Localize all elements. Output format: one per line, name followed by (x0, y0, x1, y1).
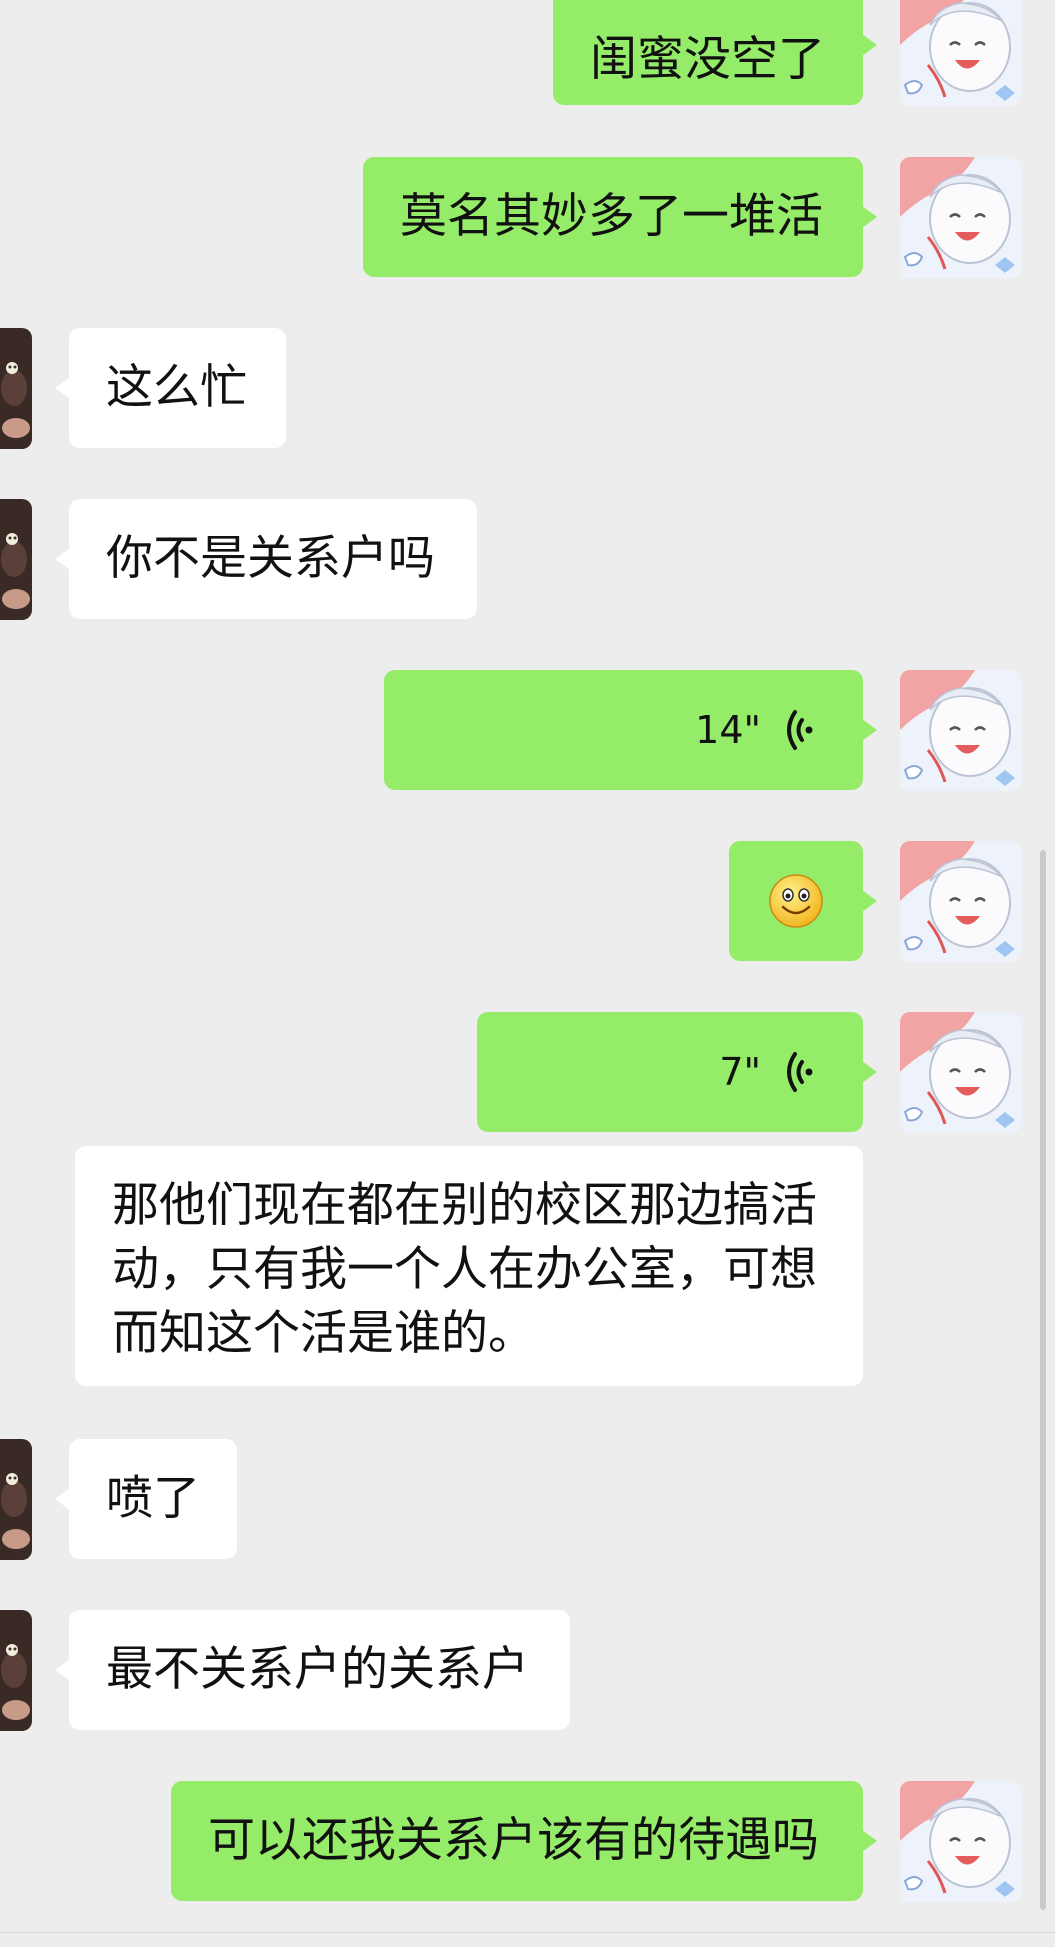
message-bubble-received[interactable]: 那他们现在都在别的校区那边搞活动，只有我一个人在办公室，可想而知这个活是谁的。 (75, 1146, 863, 1386)
message-text: 你不是关系户吗 (106, 531, 435, 586)
message-text: 最不关系户的关系户 (106, 1642, 529, 1697)
contact-avatar-icon (0, 328, 32, 449)
voice-wave-icon (787, 710, 813, 750)
emoji-message-bubble[interactable] (729, 841, 877, 961)
my-avatar[interactable] (900, 670, 1021, 791)
message-text: 莫名其妙多了一堆活 (400, 189, 823, 244)
voice-duration: 7" (719, 1050, 761, 1094)
my-avatar[interactable] (900, 0, 1021, 106)
anime-avatar-icon (900, 1781, 1021, 1902)
contact-avatar[interactable] (0, 499, 32, 620)
scrollbar[interactable] (1040, 850, 1046, 1910)
contact-avatar-icon (0, 499, 32, 620)
voice-duration: 14" (695, 708, 761, 752)
divider (0, 1932, 1055, 1933)
voice-wave-icon (787, 1052, 813, 1092)
message-bubble-received[interactable]: 你不是关系户吗 (55, 499, 477, 619)
message-bubble-sent[interactable]: 可以还我关系户该有的待遇吗 (171, 1781, 877, 1901)
contact-avatar[interactable] (0, 1610, 32, 1731)
anime-avatar-icon (900, 157, 1021, 278)
my-avatar[interactable] (900, 1012, 1021, 1133)
contact-avatar-icon (0, 1610, 32, 1731)
message-text: 闺蜜没空了 (590, 32, 825, 87)
my-avatar[interactable] (900, 157, 1021, 278)
message-text: 那他们现在都在别的校区那边搞活动，只有我一个人在办公室，可想而知这个活是谁的。 (112, 1178, 817, 1361)
message-bubble-received[interactable]: 喷了 (55, 1439, 237, 1559)
message-bubble-received[interactable]: 这么忙 (55, 328, 286, 448)
message-bubble-sent[interactable]: 闺蜜没空了 (553, 0, 877, 105)
message-bubble-received[interactable]: 最不关系户的关系户 (55, 1610, 570, 1730)
contact-avatar[interactable] (0, 1439, 32, 1560)
anime-avatar-icon (900, 841, 1021, 962)
voice-message-bubble[interactable]: 7" (477, 1012, 877, 1132)
smile-emoji-icon (769, 874, 823, 928)
my-avatar[interactable] (900, 1781, 1021, 1902)
my-avatar[interactable] (900, 841, 1021, 962)
message-text: 可以还我关系户该有的待遇吗 (208, 1813, 819, 1868)
message-bubble-sent[interactable]: 莫名其妙多了一堆活 (363, 157, 877, 277)
contact-avatar[interactable] (0, 328, 32, 449)
anime-avatar-icon (900, 1012, 1021, 1133)
anime-avatar-icon (900, 670, 1021, 791)
contact-avatar-icon (0, 1439, 32, 1560)
message-text: 这么忙 (106, 360, 247, 415)
message-text: 喷了 (106, 1471, 200, 1526)
anime-avatar-icon (900, 0, 1021, 106)
voice-message-bubble[interactable]: 14" (384, 670, 877, 790)
